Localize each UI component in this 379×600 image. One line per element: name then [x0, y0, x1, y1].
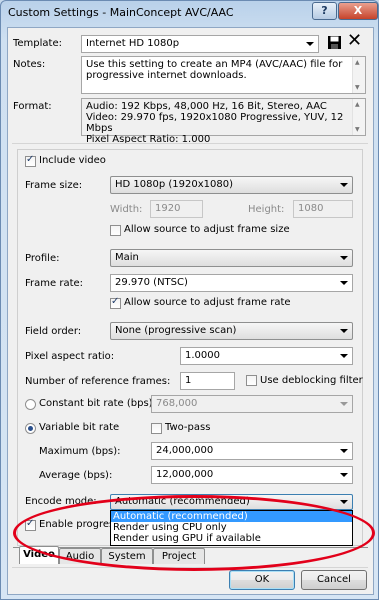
format-label: Format:	[13, 101, 52, 112]
encode-mode-option[interactable]: Render using GPU if available	[111, 533, 352, 544]
ref-frames-field[interactable]: 1	[180, 372, 235, 390]
encode-mode-option[interactable]: Render using CPU only	[111, 522, 352, 533]
tab-system[interactable]: System	[101, 548, 153, 564]
average-value: 12,000,000	[156, 469, 214, 480]
floppy-disk-icon[interactable]	[327, 35, 342, 50]
encode-mode-option[interactable]: Automatic (recommended)	[111, 511, 352, 522]
cbr-value: 768,000	[156, 398, 198, 409]
notes-text: Use this setting to create an MP4 (AVC/A…	[86, 59, 343, 81]
template-value: Internet HD 1080p	[86, 38, 180, 49]
include-video-checkbox[interactable]	[25, 154, 36, 167]
frame-rate-value: 29.970 (NTSC)	[115, 277, 188, 288]
deblocking-checkbox[interactable]	[246, 375, 257, 386]
allow-frame-rate-checkbox[interactable]	[110, 296, 121, 309]
pixel-aspect-dropdown[interactable]: 1.0000	[180, 347, 353, 365]
pixel-aspect-label: Pixel aspect ratio:	[25, 351, 115, 362]
tab-video[interactable]: Video	[19, 546, 59, 564]
format-summary: Audio: 192 Kbps, 48,000 Hz, 16 Bit, Ster…	[81, 98, 366, 145]
include-video-label: Include video	[39, 155, 106, 166]
frame-rate-dropdown[interactable]: 29.970 (NTSC)	[110, 274, 353, 292]
deblocking-label: Use deblocking filter	[260, 375, 363, 386]
cbr-label: Constant bit rate (bps):	[39, 398, 156, 409]
cancel-button[interactable]: Cancel	[301, 570, 367, 590]
frame-rate-label: Frame rate:	[25, 278, 84, 289]
height-field[interactable]: 1080	[293, 200, 353, 218]
width-label: Width:	[110, 204, 143, 215]
dialog-window: Custom Settings - MainConcept AVC/AAC ? …	[0, 0, 379, 600]
divider	[12, 567, 368, 568]
format-scrollbar[interactable]	[352, 99, 365, 135]
help-button[interactable]: ?	[312, 2, 337, 20]
encode-mode-options-list: Automatic (recommended) Render using CPU…	[110, 510, 353, 546]
chevron-down-icon	[340, 256, 348, 260]
average-dropdown[interactable]: 12,000,000	[151, 466, 353, 484]
frame-size-value: HD 1080p (1920x1080)	[115, 179, 233, 190]
cbr-dropdown[interactable]: 768,000	[151, 395, 353, 413]
enable-progressive-checkbox[interactable]	[25, 518, 36, 531]
delete-template-icon[interactable]: ✕	[347, 32, 362, 50]
notes-label: Notes:	[13, 59, 46, 70]
dialog-client-area: Template: Internet HD 1080p ✕ Notes: Use…	[7, 27, 374, 595]
notes-scrollbar[interactable]	[352, 57, 365, 93]
frame-size-label: Frame size:	[25, 180, 83, 191]
field-order-label: Field order:	[25, 326, 82, 337]
allow-frame-rate-label: Allow source to adjust frame rate	[124, 297, 291, 308]
divider	[12, 143, 368, 144]
two-pass-label: Two-pass	[165, 422, 211, 433]
ref-frames-label: Number of reference frames:	[25, 376, 171, 387]
frame-size-dropdown[interactable]: HD 1080p (1920x1080)	[110, 176, 353, 194]
chevron-down-icon	[340, 354, 348, 358]
field-order-dropdown[interactable]: None (progressive scan)	[110, 322, 353, 340]
chevron-down-icon	[340, 329, 348, 333]
template-dropdown[interactable]: Internet HD 1080p	[81, 35, 319, 53]
ref-frames-value: 1	[185, 375, 192, 386]
encode-mode-value: Automatic (recommended)	[115, 496, 250, 507]
chevron-down-icon	[340, 183, 348, 187]
tab-audio[interactable]: Audio	[59, 548, 101, 564]
encode-mode-dropdown[interactable]: Automatic (recommended)	[110, 494, 353, 510]
field-order-value: None (progressive scan)	[115, 325, 237, 336]
format-line: Audio: 192 Kbps, 48,000 Hz, 16 Bit, Ster…	[86, 101, 327, 112]
cbr-radio[interactable]	[25, 399, 36, 410]
window-title: Custom Settings - MainConcept AVC/AAC	[8, 6, 234, 19]
format-line: Video: 29.970 fps, 1920x1080 Progressive…	[86, 112, 344, 134]
vbr-radio[interactable]	[25, 423, 36, 434]
chevron-down-icon	[340, 449, 348, 453]
maximum-label: Maximum (bps):	[39, 446, 121, 457]
tab-project[interactable]: Project	[153, 548, 205, 564]
template-label: Template:	[13, 38, 62, 49]
chevron-down-icon	[340, 402, 348, 406]
chevron-down-icon	[340, 281, 348, 285]
average-label: Average (bps):	[39, 470, 113, 481]
profile-dropdown[interactable]: Main	[110, 249, 353, 267]
close-button[interactable]: X	[338, 2, 378, 20]
title-bar[interactable]: Custom Settings - MainConcept AVC/AAC ? …	[1, 1, 379, 25]
profile-value: Main	[115, 252, 139, 263]
chevron-down-icon	[306, 42, 314, 46]
profile-label: Profile:	[25, 253, 60, 264]
width-field[interactable]: 1920	[150, 200, 203, 218]
allow-frame-size-checkbox[interactable]	[110, 225, 121, 236]
allow-frame-size-label: Allow source to adjust frame size	[124, 224, 290, 235]
height-label: Height:	[248, 204, 285, 215]
maximum-value: 24,000,000	[156, 445, 214, 456]
encode-mode-label: Encode mode:	[25, 496, 97, 507]
ok-button[interactable]: OK	[229, 570, 295, 590]
chevron-down-icon	[340, 500, 348, 504]
two-pass-checkbox[interactable]	[151, 423, 162, 434]
chevron-down-icon	[340, 473, 348, 477]
pixel-aspect-value: 1.0000	[185, 350, 220, 361]
notes-textarea[interactable]: Use this setting to create an MP4 (AVC/A…	[81, 56, 366, 94]
vbr-label: Variable bit rate	[39, 422, 120, 433]
maximum-dropdown[interactable]: 24,000,000	[151, 442, 353, 460]
